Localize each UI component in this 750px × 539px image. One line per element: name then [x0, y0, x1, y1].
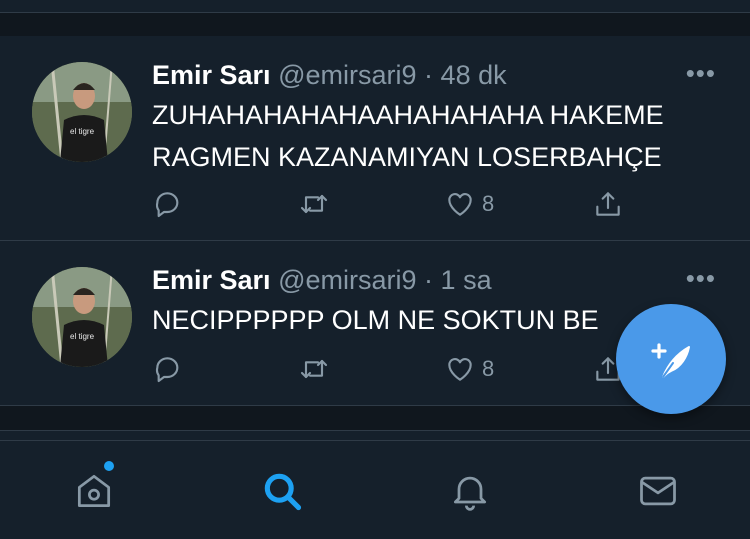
tweet[interactable]: el tigre Emir Sarı @emirsari9 · 48 dk ••…: [0, 36, 750, 241]
bottom-nav: [0, 440, 750, 539]
search-icon: [264, 473, 302, 511]
author-handle[interactable]: @emirsari9: [278, 265, 416, 295]
like-count: 8: [482, 356, 495, 381]
retweet-button[interactable]: [298, 351, 330, 387]
avatar[interactable]: el tigre: [32, 62, 132, 162]
like-count: 8: [482, 191, 495, 216]
avatar[interactable]: el tigre: [32, 267, 132, 367]
section-gap: [0, 13, 750, 36]
tweet-text-line: ZUHAHAHAHAHAAHAHAHAHA HAKEME: [152, 100, 664, 130]
retweet-icon: [300, 359, 328, 379]
heart-icon: [448, 358, 472, 381]
author-handle[interactable]: @emirsari9: [278, 60, 416, 90]
author-name[interactable]: Emir Sarı: [152, 60, 271, 90]
like-button[interactable]: 8: [444, 351, 494, 387]
retweet-button[interactable]: [298, 186, 330, 222]
more-icon[interactable]: •••: [686, 263, 716, 294]
home-icon: [77, 474, 111, 508]
nav-search[interactable]: [258, 467, 306, 515]
reply-icon: [155, 357, 179, 383]
messages-icon: [640, 476, 676, 506]
nav-notifications[interactable]: [446, 467, 494, 515]
notifications-icon: [453, 476, 487, 511]
svg-text:el tigre: el tigre: [70, 127, 95, 136]
nav-home[interactable]: [70, 467, 118, 515]
tweet-text: NECIPPPPPP OLM NE SOKTUN BE: [152, 299, 599, 341]
separator: ·: [424, 265, 434, 295]
reply-button[interactable]: [152, 186, 184, 222]
tweet-actions: 8: [152, 351, 652, 387]
more-icon[interactable]: •••: [686, 58, 716, 89]
reply-button[interactable]: [152, 351, 184, 387]
compose-tweet-button[interactable]: [616, 304, 726, 414]
share-button[interactable]: [592, 186, 624, 222]
separator: ·: [424, 60, 434, 90]
retweet-icon: [300, 194, 328, 214]
svg-text:el tigre: el tigre: [70, 332, 95, 341]
timestamp[interactable]: 48 dk: [441, 60, 507, 90]
tweet-header: Emir Sarı @emirsari9 · 1 sa: [152, 265, 492, 296]
heart-icon: [448, 193, 472, 216]
tweet-actions: 8: [152, 186, 652, 222]
top-strip: [0, 0, 750, 13]
nav-messages[interactable]: [634, 467, 682, 515]
author-name[interactable]: Emir Sarı: [152, 265, 271, 295]
reply-icon: [155, 192, 179, 218]
tweet-text: ZUHAHAHAHAHAAHAHAHAHA HAKEME RAGMEN KAZA…: [152, 94, 664, 178]
share-icon: [596, 192, 620, 216]
tweet-text-line: RAGMEN KAZANAMIYAN LOSERBAHÇE: [152, 142, 662, 172]
tweet-text-line: NECIPPPPPP OLM NE SOKTUN BE: [152, 305, 599, 335]
tweet-header: Emir Sarı @emirsari9 · 48 dk: [152, 60, 507, 91]
like-button[interactable]: 8: [444, 186, 494, 222]
timestamp[interactable]: 1 sa: [441, 265, 492, 295]
notification-dot: [104, 461, 114, 471]
compose-tweet-icon: [651, 343, 690, 378]
section-gap: [0, 406, 750, 430]
